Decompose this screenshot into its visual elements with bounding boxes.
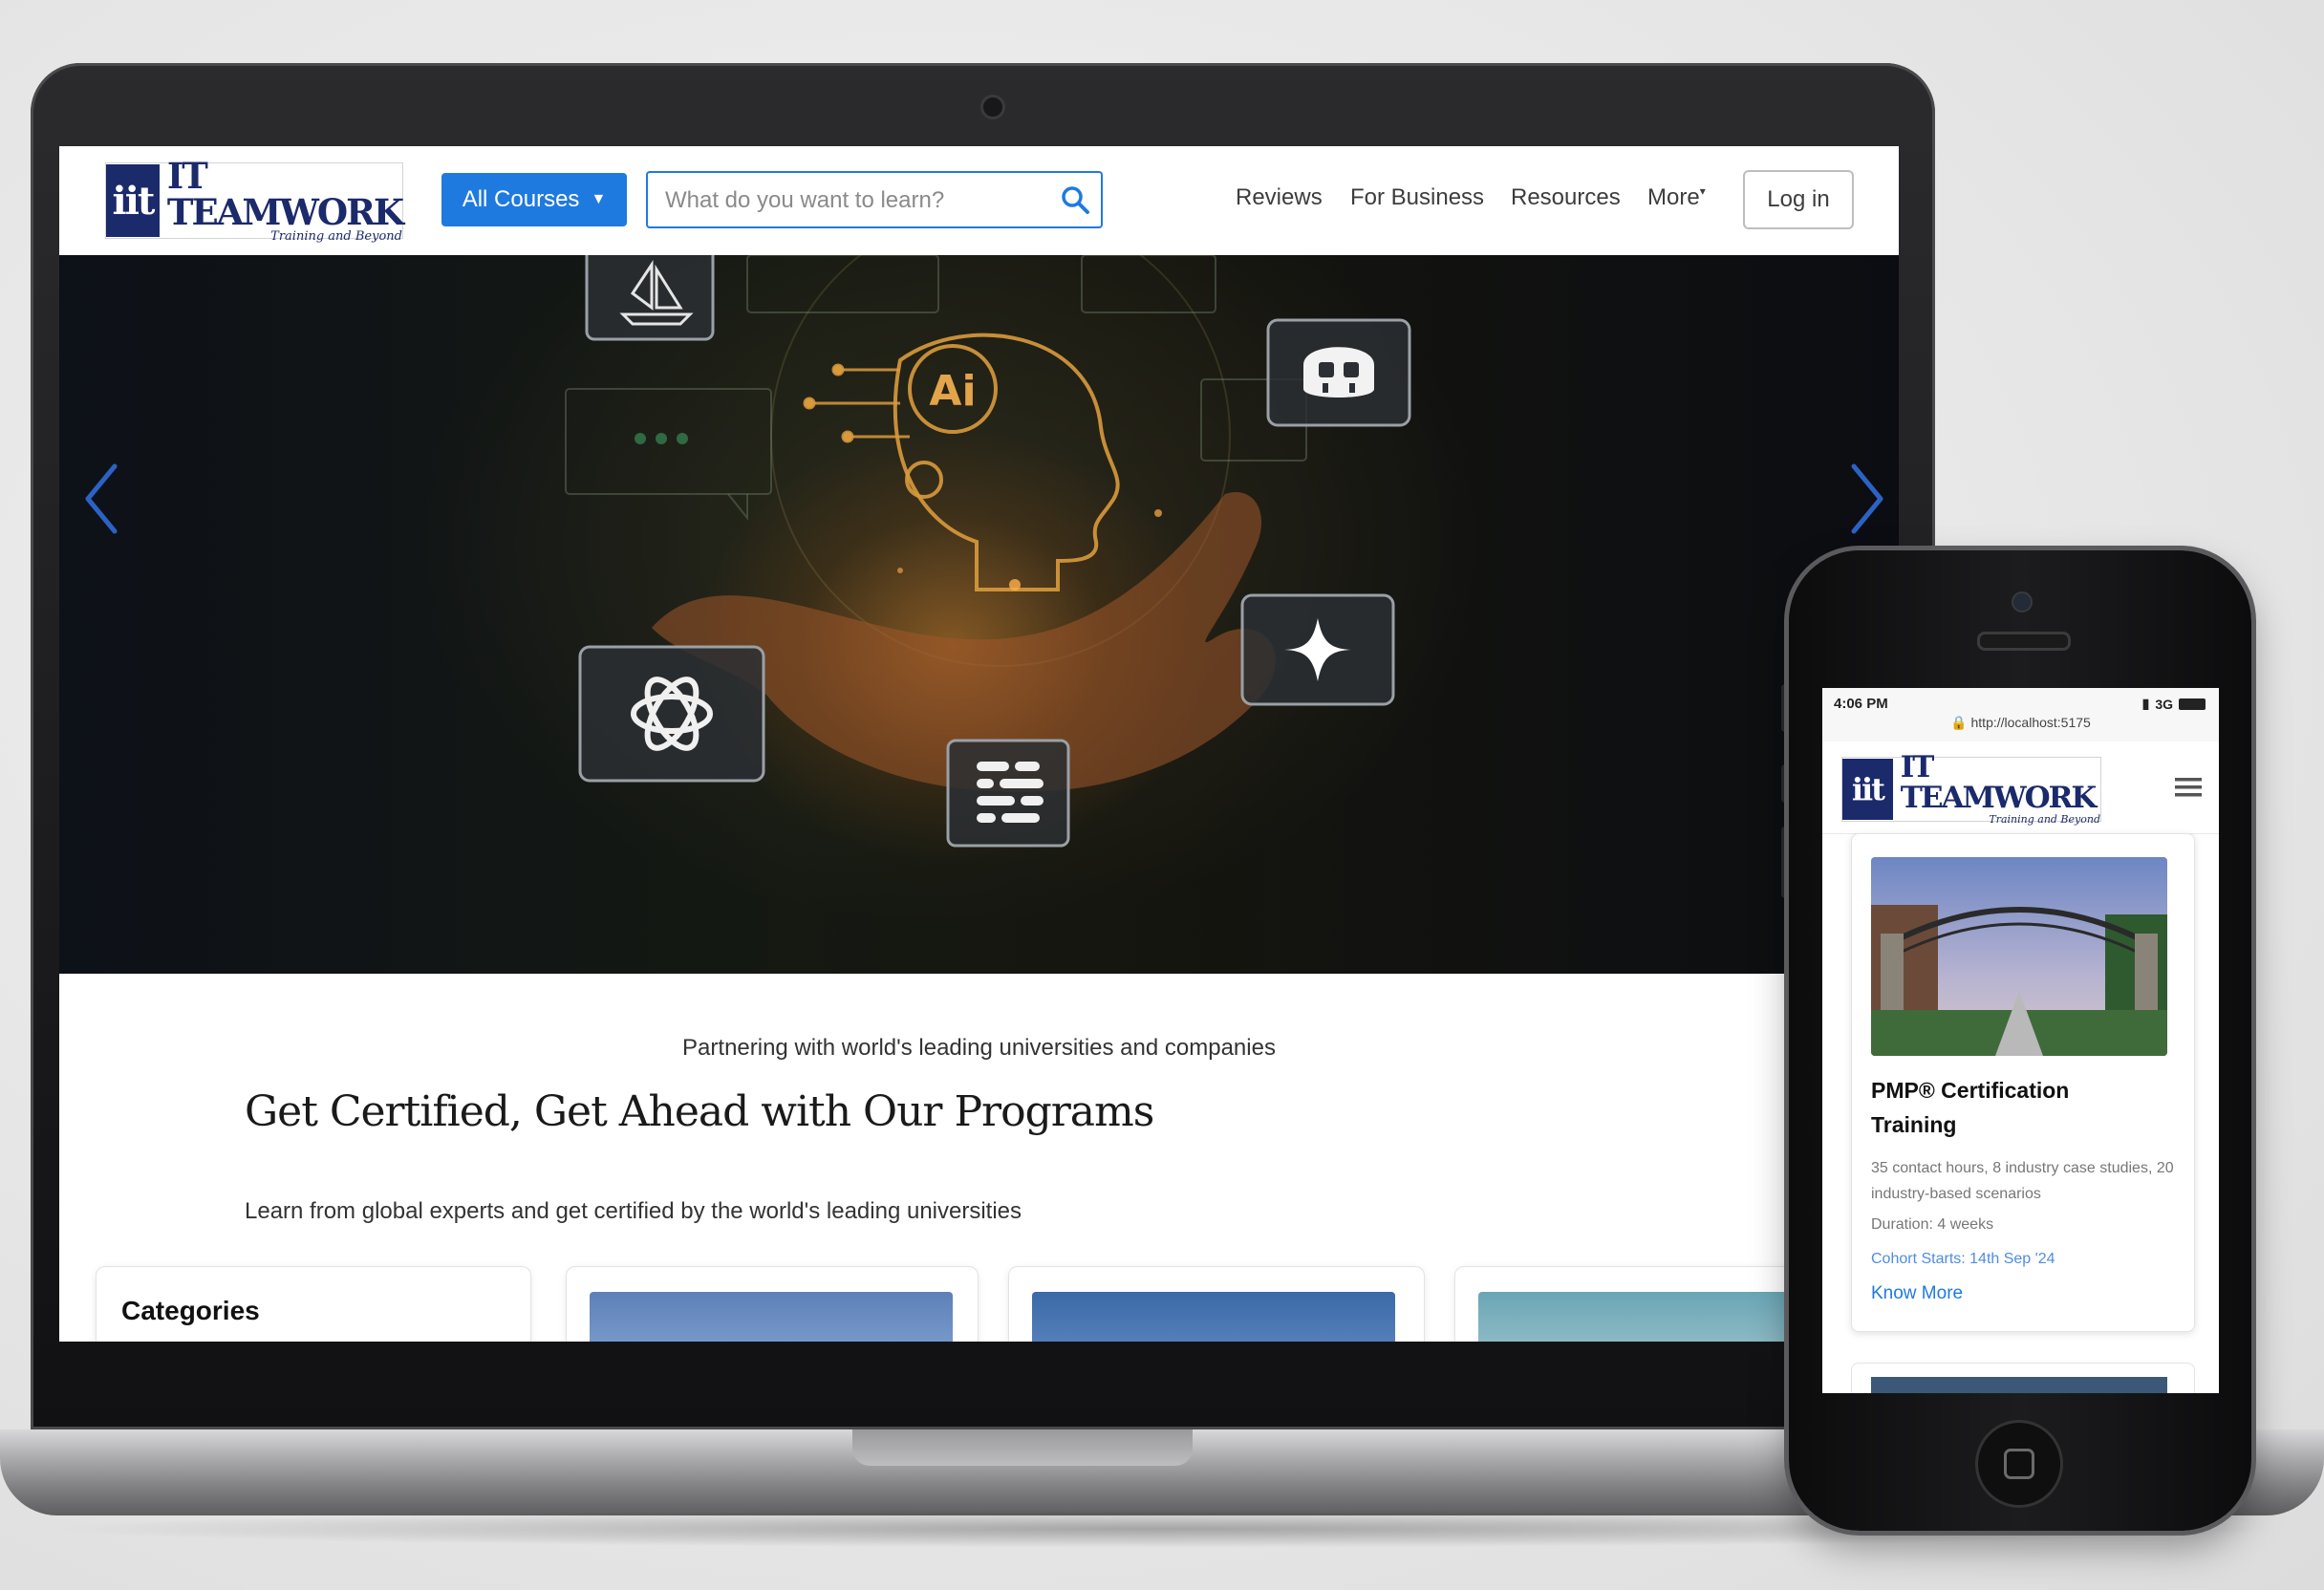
mobile-logo[interactable]: iit IT TEAMWORK Training and Beyond — [1841, 752, 2101, 826]
gemini-icon — [1240, 593, 1395, 706]
site-logo[interactable]: iit IT TEAMWORK Training and Beyond — [105, 158, 404, 244]
nav-more[interactable]: More▾ — [1647, 184, 1706, 211]
url-text: http://localhost:5175 — [1970, 715, 2091, 730]
course-title: PMP® Certification Training — [1871, 1078, 2070, 1137]
program-thumbnail — [590, 1292, 953, 1342]
course-description: 35 contact hours, 8 industry case studie… — [1871, 1160, 2174, 1202]
categories-panel: Categories — [96, 1266, 531, 1342]
lock-icon: 🔒 — [1950, 715, 1968, 730]
hamburger-menu-icon[interactable] — [2175, 776, 2202, 799]
nav-more-label: More — [1647, 184, 1700, 210]
logo-mark: iit — [1842, 759, 1893, 820]
hero-illustration: Ai — [565, 255, 1411, 848]
logo-tagline: Training and Beyond — [1989, 813, 2100, 826]
all-courses-label: All Courses — [462, 186, 580, 212]
copilot-icon — [1266, 318, 1411, 427]
logo-title: IT TEAMWORK — [1900, 750, 2098, 815]
logo-text: IT TEAMWORK Training and Beyond — [160, 155, 404, 244]
deepseek-icon — [946, 739, 1070, 848]
battery-icon — [2179, 698, 2206, 710]
home-square-icon — [2004, 1449, 2034, 1479]
next-slide-arrow-icon[interactable] — [1839, 451, 1896, 547]
ai-badge: Ai — [929, 367, 976, 416]
search-box — [646, 171, 1103, 228]
course-duration: Duration: 4 weeks — [1871, 1216, 1994, 1233]
phone-screen: 4:06 PM ▮ 3G 🔒 http://localhost:5175 iit… — [1822, 688, 2219, 1393]
status-indicators: ▮ 3G — [2142, 696, 2206, 712]
search-input[interactable] — [663, 173, 1049, 228]
all-courses-button[interactable]: All Courses ▼ — [441, 173, 627, 226]
logo-tagline: Training and Beyond — [270, 229, 402, 244]
url-bar[interactable]: 🔒 http://localhost:5175 — [1822, 715, 2219, 731]
course-card[interactable]: PMP® Certification Training 35 contact h… — [1851, 833, 2195, 1332]
network-label: 3G — [2155, 696, 2173, 712]
phone-speaker — [1977, 632, 2071, 651]
logo-text: IT TEAMWORK Training and Beyond — [1893, 752, 2100, 827]
mobile-header: iit IT TEAMWORK Training and Beyond — [1822, 741, 2219, 834]
logo-mark: iit — [106, 164, 160, 237]
openai-icon — [578, 645, 765, 783]
nav-for-business[interactable]: For Business — [1350, 184, 1484, 211]
course-image — [1871, 857, 2167, 1056]
laptop-notch — [852, 1429, 1193, 1466]
laptop-screen: iit IT TEAMWORK Training and Beyond All … — [59, 146, 1899, 1342]
program-card[interactable] — [1008, 1266, 1425, 1342]
section-title: Get Certified, Get Ahead with Our Progra… — [245, 1087, 1154, 1136]
course-card[interactable] — [1851, 1363, 2195, 1393]
nav-resources[interactable]: Resources — [1511, 184, 1621, 211]
program-card[interactable] — [566, 1266, 979, 1342]
chevron-down-icon: ▾ — [1699, 184, 1706, 198]
categories-title: Categories — [121, 1296, 260, 1325]
signal-icon: ▮ — [2141, 696, 2150, 711]
login-button[interactable]: Log in — [1743, 170, 1854, 229]
chevron-down-icon: ▼ — [591, 191, 607, 207]
course-image — [1871, 1377, 2167, 1393]
search-icon[interactable] — [1059, 183, 1091, 216]
status-time: 4:06 PM — [1834, 696, 1888, 712]
section-subtitle: Learn from global experts and get certif… — [245, 1198, 1022, 1224]
program-thumbnail — [1032, 1292, 1395, 1342]
partner-text: Partnering with world's leading universi… — [682, 1035, 1276, 1061]
nav-reviews[interactable]: Reviews — [1236, 184, 1323, 211]
hero-banner: Ai — [59, 255, 1899, 974]
phone-camera — [2012, 591, 2033, 612]
webcam — [980, 95, 1005, 119]
midjourney-icon — [585, 255, 715, 341]
site-header: iit IT TEAMWORK Training and Beyond All … — [59, 146, 1899, 256]
prev-slide-arrow-icon[interactable] — [73, 451, 130, 547]
know-more-link[interactable]: Know More — [1871, 1283, 1963, 1304]
logo-title: IT TEAMWORK — [166, 155, 404, 233]
course-cohort: Cohort Starts: 14th Sep '24 — [1871, 1251, 2055, 1267]
status-bar: 4:06 PM ▮ 3G 🔒 http://localhost:5175 — [1822, 688, 2219, 741]
